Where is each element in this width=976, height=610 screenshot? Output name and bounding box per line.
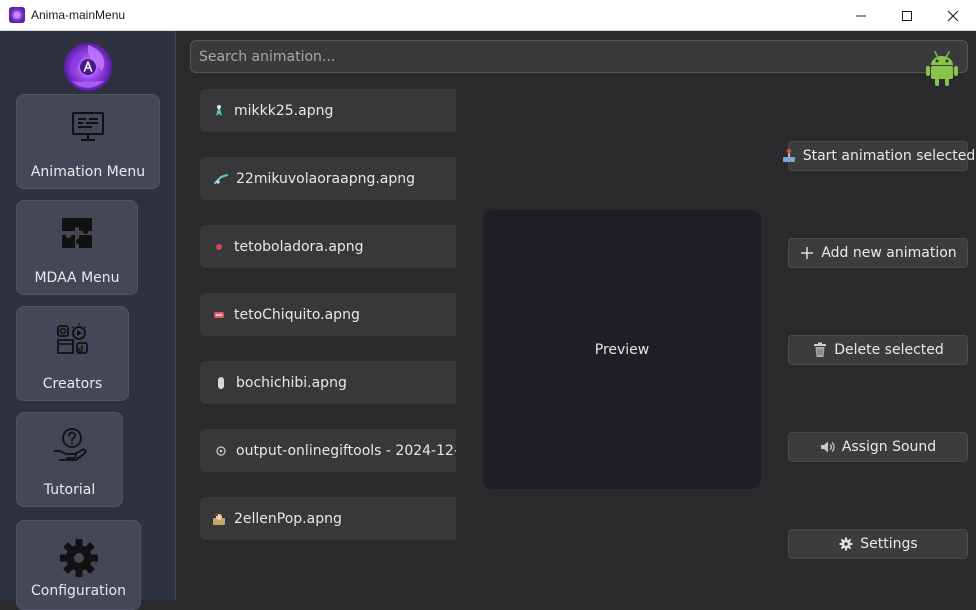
- maximize-icon: [902, 10, 912, 21]
- close-icon: [947, 10, 959, 21]
- animation-name: 22mikuvolaoraapng.apng: [236, 170, 416, 187]
- sidebar-item-tutorial[interactable]: Tutorial: [16, 412, 123, 507]
- gear-icon: [59, 539, 98, 577]
- search-input[interactable]: [190, 40, 968, 73]
- animation-thumbnail-icon: [212, 240, 226, 254]
- animation-thumbnail-icon: [212, 512, 226, 526]
- sidebar-item-configuration[interactable]: Configuration: [16, 520, 141, 610]
- animation-name: tetoboladora.apng: [234, 238, 364, 255]
- monitor-icon: [72, 112, 104, 141]
- sidebar-item-animation-menu[interactable]: Animation Menu: [16, 94, 160, 189]
- sidebar-item-mdaa-menu[interactable]: MDAA Menu: [16, 200, 138, 295]
- app-logo-icon: [9, 7, 25, 23]
- animation-name: bochichibi.apng: [236, 374, 347, 391]
- maximize-button[interactable]: [884, 0, 930, 31]
- preview-panel: Preview: [482, 209, 762, 490]
- animation-thumbnail-icon: [212, 308, 226, 322]
- sidebar-item-label: MDAA Menu: [34, 270, 120, 286]
- sidebar-item-label: Tutorial: [43, 482, 96, 498]
- title-bar: Anima-mainMenu: [0, 0, 976, 31]
- list-item[interactable]: output-onlinegiftools - 2024-12-23: [200, 429, 456, 472]
- list-item[interactable]: mikkk25.apng: [200, 89, 456, 132]
- delete-selected-label: Delete selected: [834, 342, 944, 358]
- sidebar-item-label: Animation Menu: [30, 164, 146, 180]
- animation-name: mikkk25.apng: [234, 102, 334, 119]
- assign-sound-label: Assign Sound: [841, 439, 937, 455]
- close-button[interactable]: [930, 0, 976, 31]
- animation-name: output-onlinegiftools - 2024-12-23: [236, 442, 456, 459]
- help-hand-icon: [52, 428, 86, 461]
- list-item[interactable]: bochichibi.apng: [200, 361, 456, 404]
- animation-name: 2ellenPop.apng: [234, 510, 342, 527]
- add-animation-label: Add new animation: [821, 245, 957, 261]
- add-animation-button[interactable]: Add new animation: [788, 238, 968, 268]
- trash-icon: [812, 342, 828, 358]
- speaker-icon: [820, 439, 836, 455]
- assign-sound-button[interactable]: Assign Sound: [788, 432, 968, 462]
- anima-logo-icon: [64, 43, 112, 91]
- gear-icon: [838, 536, 854, 552]
- animation-thumbnail-icon: [212, 104, 226, 118]
- list-item[interactable]: tetoChiquito.apng: [200, 293, 456, 336]
- window-title: Anima-mainMenu: [31, 8, 126, 22]
- list-item[interactable]: tetoboladora.apng: [200, 225, 456, 268]
- list-item[interactable]: 22mikuvolaoraapng.apng: [200, 157, 456, 200]
- puzzle-icon: [62, 218, 92, 248]
- start-animation-button[interactable]: Start animation selected: [782, 141, 975, 171]
- delete-selected-button[interactable]: Delete selected: [788, 335, 968, 365]
- joystick-icon: [781, 148, 797, 164]
- android-icon: [926, 51, 958, 86]
- settings-label: Settings: [860, 536, 918, 552]
- preview-label: Preview: [594, 341, 650, 358]
- sidebar-item-label: Creators: [42, 376, 103, 392]
- settings-button[interactable]: Settings: [788, 529, 968, 559]
- sidebar-item-label: Configuration: [31, 583, 126, 599]
- minimize-icon: [856, 15, 866, 16]
- minimize-button[interactable]: [838, 0, 884, 31]
- sidebar: Animation Menu MDAA Menu Creators Tutori…: [0, 31, 176, 610]
- start-animation-label: Start animation selected: [802, 148, 976, 164]
- animation-thumbnail-icon: [214, 376, 228, 390]
- animation-thumbnail-icon: [214, 172, 228, 186]
- sidebar-item-creators[interactable]: Creators: [16, 306, 129, 401]
- list-item[interactable]: 2ellenPop.apng: [200, 497, 456, 540]
- animation-thumbnail-icon: [214, 444, 228, 458]
- animation-name: tetoChiquito.apng: [234, 306, 360, 323]
- creators-icon: [56, 323, 88, 354]
- plus-icon: [799, 245, 815, 261]
